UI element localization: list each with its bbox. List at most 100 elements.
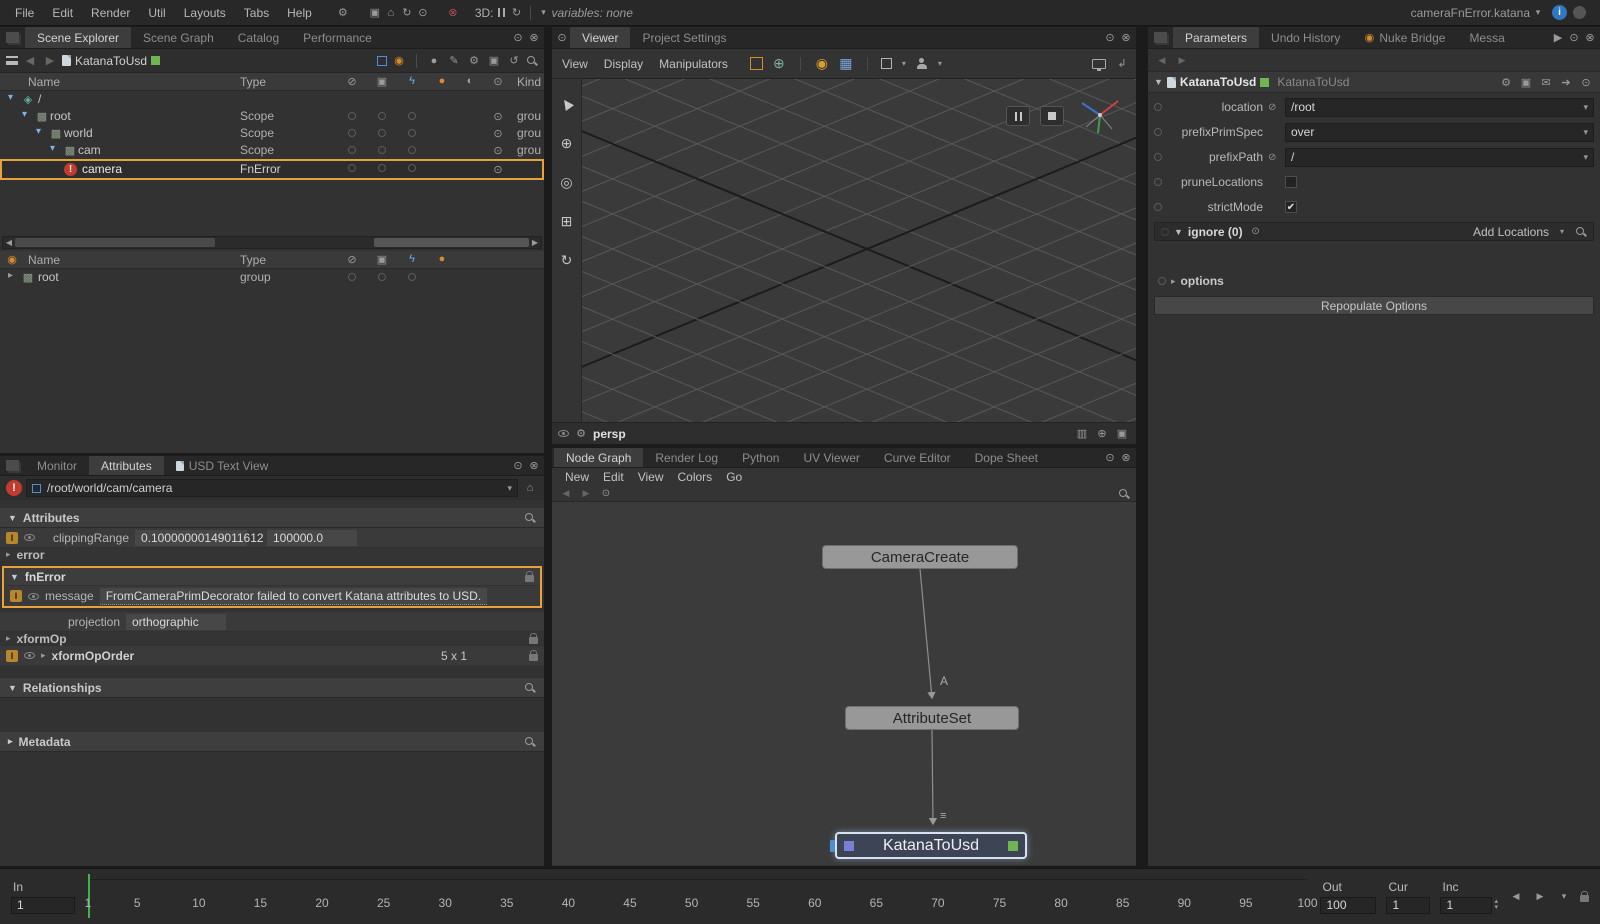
location-path-dropdown[interactable]: /root/world/cam/camera ▾ xyxy=(26,479,518,497)
kind-dot-icon[interactable]: ⊙ xyxy=(490,108,506,124)
col-orange-ball-icon[interactable]: ● xyxy=(434,251,450,267)
tab-messages[interactable]: Messa xyxy=(1457,27,1516,48)
timeline-tick[interactable]: 1 xyxy=(85,896,92,910)
wrench-icon[interactable]: ⚙ xyxy=(1498,74,1514,90)
param-state-icon[interactable] xyxy=(1154,203,1162,211)
comment-icon[interactable]: ✉ xyxy=(1538,74,1554,90)
pan-icon[interactable]: ⊕ xyxy=(1094,426,1110,442)
camera-gear-icon[interactable]: ⚙ xyxy=(573,426,589,442)
state-ring-icon[interactable] xyxy=(378,112,386,120)
expand-arrow-icon[interactable]: ▾ xyxy=(36,126,41,137)
param-state-icon[interactable] xyxy=(1154,103,1162,111)
timeline-tick[interactable]: 40 xyxy=(562,896,575,910)
timeline-tick[interactable]: 5 xyxy=(134,896,141,910)
tab-viewer[interactable]: Viewer xyxy=(570,27,630,48)
snapshot-icon[interactable]: ▣ xyxy=(367,5,383,21)
disable-render-icon[interactable]: ⊗ xyxy=(445,5,461,21)
pane-menu-icon[interactable] xyxy=(6,460,19,471)
tab-project-settings[interactable]: Project Settings xyxy=(630,27,738,48)
working-node-label[interactable]: KatanaToUsd xyxy=(75,54,147,68)
reload-3d-icon[interactable]: ↻ xyxy=(509,5,525,21)
menu-render[interactable]: Render xyxy=(82,6,139,20)
crop-mask-icon[interactable] xyxy=(881,58,892,69)
timeline-tick[interactable]: 55 xyxy=(746,896,759,910)
prefixpath-input[interactable]: / ▾ xyxy=(1285,148,1594,167)
dropdown-caret-icon[interactable]: ▾ xyxy=(1579,152,1588,163)
close-pane-icon[interactable]: ⊗ xyxy=(1118,450,1134,466)
nav-forward-icon[interactable]: ▶ xyxy=(1174,52,1190,68)
node-graph-canvas[interactable]: A ≡ CameraCreate AttributeSet KatanaToUs… xyxy=(552,502,1136,865)
nav-forward-icon[interactable]: ▶ xyxy=(578,486,594,502)
timeline-tick[interactable]: 35 xyxy=(500,896,513,910)
col-noslash-icon[interactable]: ⊘ xyxy=(344,73,360,89)
float-pane-icon[interactable]: ⊙ xyxy=(1566,30,1582,46)
float-pane-icon[interactable]: ⊙ xyxy=(510,30,526,46)
col-name[interactable]: Name xyxy=(28,75,60,89)
tree-row-camera-error[interactable]: ! camera FnError ⊙ xyxy=(0,159,544,180)
menu-layouts[interactable]: Layouts xyxy=(175,6,235,20)
variables-label[interactable]: variables: none xyxy=(552,6,633,20)
dropdown-caret-icon[interactable]: ▾ xyxy=(1554,224,1570,240)
pane-menu-icon[interactable]: ⊙ xyxy=(554,30,570,46)
tab-python[interactable]: Python xyxy=(730,448,791,467)
col-type[interactable]: Type xyxy=(240,75,266,89)
timeline-tick[interactable]: 45 xyxy=(623,896,636,910)
float-pane-icon[interactable]: ⊙ xyxy=(510,458,526,474)
attr-value[interactable]: orthographic xyxy=(126,614,226,630)
attr-group-error[interactable]: ▸ error xyxy=(0,548,544,562)
orientation-gizmo[interactable] xyxy=(1074,87,1126,139)
pause-button[interactable] xyxy=(1006,106,1030,126)
tab-render-log[interactable]: Render Log xyxy=(643,448,730,467)
timeline-tick[interactable]: 30 xyxy=(439,896,452,910)
param-state-icon[interactable] xyxy=(1161,228,1169,236)
ng-menu-view[interactable]: View xyxy=(631,470,671,484)
transform-tool-icon[interactable]: ⊞ xyxy=(556,210,578,232)
state-ring-icon[interactable] xyxy=(408,129,416,137)
tab-performance[interactable]: Performance xyxy=(291,27,384,48)
tab-catalog[interactable]: Catalog xyxy=(226,27,291,48)
tab-nuke-bridge[interactable]: ◉Nuke Bridge xyxy=(1352,27,1457,48)
collapse-arrow-icon[interactable]: ▸ xyxy=(1171,276,1176,287)
section-expand-icon[interactable]: ▼ xyxy=(8,513,17,523)
expand-arrow-icon[interactable]: ▾ xyxy=(50,143,55,154)
profile-icon[interactable]: ⊙ xyxy=(415,5,431,21)
attr-group-fnerror[interactable]: ▼ fnError xyxy=(4,568,540,586)
timeline-tick[interactable]: 95 xyxy=(1239,896,1252,910)
cube-icon[interactable] xyxy=(377,56,387,66)
node-attributeset[interactable]: AttributeSet xyxy=(845,706,1019,730)
menu-tabs[interactable]: Tabs xyxy=(235,6,278,20)
col-gray-ball-icon[interactable]: ◐ xyxy=(462,73,478,89)
state-ring-icon[interactable] xyxy=(348,129,356,137)
more-tabs-icon[interactable]: ▶ xyxy=(1550,30,1566,46)
prefixprimspec-select[interactable]: over ▾ xyxy=(1285,123,1594,142)
col-render-icon[interactable]: ▣ xyxy=(374,73,390,89)
increment-input[interactable]: 1 xyxy=(1440,897,1492,914)
tab-dope-sheet[interactable]: Dope Sheet xyxy=(963,448,1050,467)
relationships-section-header[interactable]: ▼ Relationships xyxy=(0,678,544,698)
search-icon[interactable] xyxy=(526,55,538,67)
parameters-node-header[interactable]: ▼ KatanaToUsd KatanaToUsd ⚙ ▣ ✉ ➔ ⊙ xyxy=(1148,71,1600,93)
param-state-icon[interactable] xyxy=(1158,277,1166,285)
repopulate-options-button[interactable]: Repopulate Options xyxy=(1154,296,1594,315)
pane-menu-icon[interactable] xyxy=(6,32,19,43)
viewer-menu-view[interactable]: View xyxy=(558,57,592,71)
node-cameracreate[interactable]: CameraCreate xyxy=(822,545,1018,569)
state-ring-icon[interactable] xyxy=(408,164,416,172)
snapshot-camera-icon[interactable]: ▣ xyxy=(1114,426,1130,442)
out-frame-input[interactable]: 100 xyxy=(1320,897,1376,914)
close-pane-icon[interactable]: ⊗ xyxy=(526,458,542,474)
col-render-icon[interactable]: ▣ xyxy=(374,251,390,267)
local-value-icon[interactable]: ⊘ xyxy=(1268,102,1280,113)
state-ring-icon[interactable] xyxy=(378,129,386,137)
step-forward-icon[interactable]: ▶ xyxy=(1532,889,1548,905)
node-enabled-square-icon[interactable] xyxy=(1260,78,1269,87)
close-pane-icon[interactable]: ⊗ xyxy=(1118,30,1134,46)
kind-dot-icon[interactable]: ⊙ xyxy=(490,142,506,158)
expand-arrow-icon[interactable]: ▾ xyxy=(8,92,13,103)
timeline-options-caret-icon[interactable]: ▾ xyxy=(1556,889,1572,905)
tab-attributes[interactable]: Attributes xyxy=(89,456,164,475)
timeline-tick[interactable]: 65 xyxy=(870,896,883,910)
param-state-icon[interactable] xyxy=(1154,178,1162,186)
timeline-strip[interactable]: 1510152025303540455055606570758085909510… xyxy=(88,871,1307,922)
sync-icon[interactable]: ↺ xyxy=(506,53,522,69)
